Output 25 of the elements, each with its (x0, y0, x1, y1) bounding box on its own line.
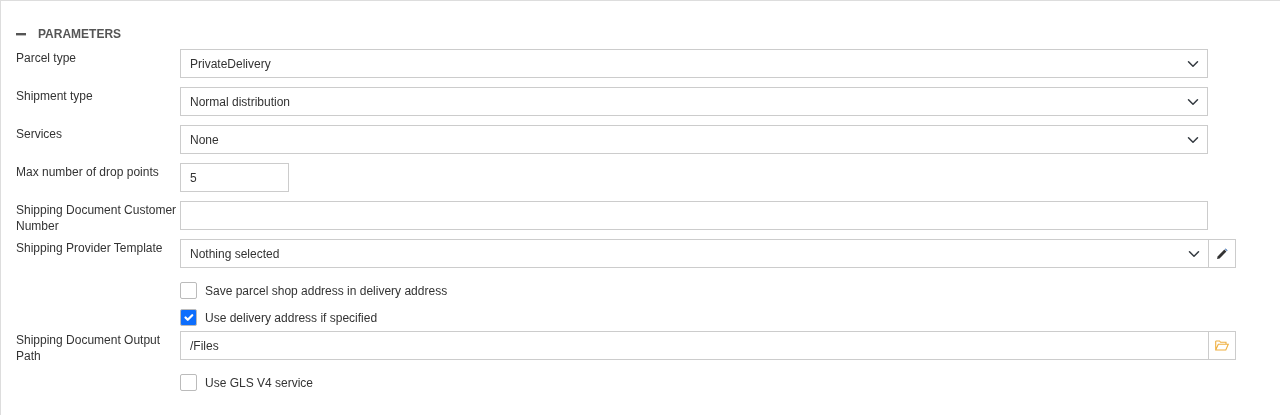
select-field[interactable]: Normal distribution (180, 87, 1208, 116)
select-field[interactable]: PrivateDelivery (180, 49, 1208, 78)
text-field[interactable] (180, 201, 1208, 230)
text-field[interactable]: /Files (180, 331, 1209, 360)
checkbox-label: Save parcel shop address in delivery address (205, 282, 448, 300)
section-title: PARAMETERS (38, 26, 122, 43)
text-field[interactable]: 5 (180, 163, 289, 192)
folder-icon (1214, 340, 1229, 351)
browse-button[interactable] (1208, 331, 1236, 360)
checkbox-label: Use GLS V4 service (205, 374, 314, 392)
select-field[interactable]: None (180, 125, 1208, 154)
field-label: Shipment type (16, 88, 94, 104)
pencil-icon (1215, 247, 1228, 260)
field-label: Services (16, 126, 63, 142)
field-label: Shipping Document Output Path (16, 332, 162, 364)
field-label: Shipping Provider Template (16, 240, 164, 256)
checkbox-label: Use delivery address if specified (205, 309, 378, 327)
field-label: Shipping Document Customer Number (16, 202, 178, 234)
checkbox[interactable] (180, 282, 197, 299)
field-label: Parcel type (16, 50, 78, 66)
checkbox[interactable] (180, 374, 197, 391)
select-field[interactable]: Nothing selected (180, 239, 1209, 268)
edit-button[interactable] (1208, 239, 1236, 268)
field-label: Max number of drop points (16, 164, 160, 180)
checkbox[interactable] (180, 309, 197, 326)
